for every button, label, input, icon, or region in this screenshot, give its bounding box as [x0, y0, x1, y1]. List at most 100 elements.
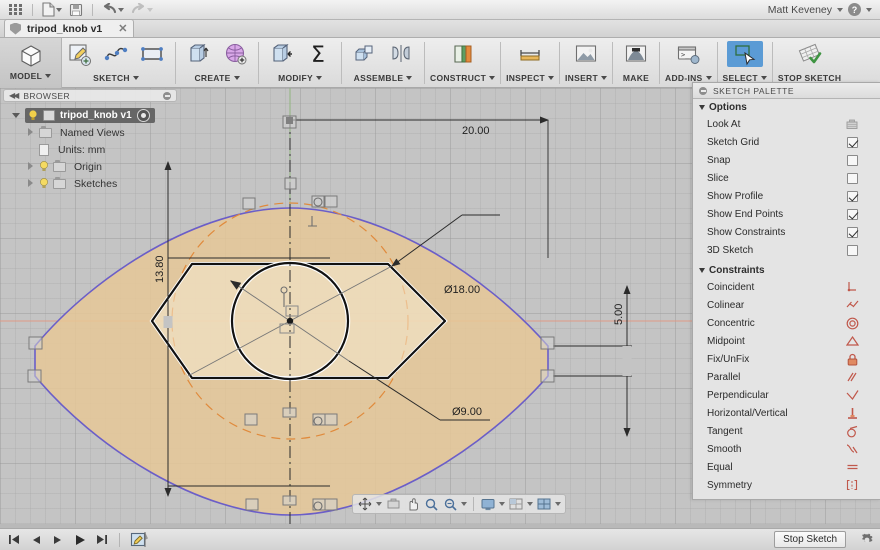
- go-to-end-button[interactable]: [94, 532, 110, 548]
- ribbon-panel-label-make[interactable]: MAKE: [623, 71, 649, 85]
- ribbon-panel-label-insert[interactable]: INSERT: [565, 71, 607, 85]
- chevron-down-icon[interactable]: [489, 76, 495, 80]
- pan-icon[interactable]: [404, 497, 420, 511]
- constraint-tangent[interactable]: Tangent: [693, 422, 880, 440]
- workspace-switcher-model[interactable]: MODEL: [0, 38, 62, 88]
- stop-sketch-button[interactable]: Stop Sketch: [774, 531, 846, 548]
- coincident-icon[interactable]: [845, 280, 859, 294]
- palette-menu-icon[interactable]: [699, 87, 707, 95]
- offset-plane-icon[interactable]: [445, 41, 481, 67]
- chevron-right-icon[interactable]: [26, 179, 35, 188]
- chevron-down-icon[interactable]: [461, 502, 467, 506]
- chevron-down-icon[interactable]: [133, 76, 139, 80]
- chevron-down-icon[interactable]: [706, 76, 712, 80]
- constraint-parallel[interactable]: Parallel: [693, 368, 880, 386]
- 3d-sketch-checkbox[interactable]: [847, 245, 858, 256]
- chevron-down-icon[interactable]: [118, 8, 124, 12]
- chevron-down-icon[interactable]: [316, 76, 322, 80]
- go-to-beginning-button[interactable]: [6, 532, 22, 548]
- palette-row-slice[interactable]: Slice: [693, 169, 880, 187]
- browser-menu-icon[interactable]: [163, 92, 171, 100]
- sketch-palette-header[interactable]: SKETCH PALETTE: [693, 83, 880, 99]
- stop-sketch-icon[interactable]: [792, 41, 828, 67]
- document-tab[interactable]: tripod_knob v1 ✕: [4, 19, 134, 37]
- close-icon[interactable]: ✕: [108, 22, 127, 35]
- new-component-icon[interactable]: [347, 41, 383, 67]
- visibility-bulb-icon[interactable]: [39, 178, 49, 189]
- joint-icon[interactable]: [383, 41, 419, 67]
- symmetry-icon[interactable]: [845, 478, 859, 492]
- chevron-down-icon[interactable]: [761, 76, 767, 80]
- sketch-grid-checkbox[interactable]: [847, 137, 858, 148]
- orbit-icon[interactable]: [357, 497, 373, 511]
- equal-icon[interactable]: [845, 460, 859, 474]
- help-icon[interactable]: ?: [848, 3, 861, 16]
- insert-image-icon[interactable]: [568, 41, 604, 67]
- chevron-down-icon[interactable]: [12, 111, 21, 120]
- viewports-icon[interactable]: [536, 497, 552, 511]
- constraint-midpoint[interactable]: Midpoint: [693, 332, 880, 350]
- constraint-symmetry[interactable]: Symmetry: [693, 476, 880, 494]
- extrude-icon[interactable]: [181, 41, 217, 67]
- perpendicular-icon[interactable]: [845, 388, 859, 402]
- rectangle-icon[interactable]: [134, 41, 170, 67]
- chevron-down-icon[interactable]: [45, 74, 51, 78]
- constraint-coincident[interactable]: Coincident: [693, 278, 880, 296]
- ribbon-panel-label-assemble[interactable]: ASSEMBLE: [354, 71, 413, 85]
- chevron-down-icon[interactable]: [376, 502, 382, 506]
- form-icon[interactable]: [217, 41, 253, 67]
- collapse-panel-icon[interactable]: ◀◀: [9, 91, 17, 100]
- palette-row-snap[interactable]: Snap: [693, 151, 880, 169]
- tree-root-row[interactable]: tripod_knob v1: [0, 107, 180, 124]
- gear-icon[interactable]: [860, 533, 874, 547]
- app-grid-icon[interactable]: [6, 1, 25, 18]
- palette-row-look-at[interactable]: Look At: [693, 115, 880, 133]
- constraint-concentric[interactable]: Concentric: [693, 314, 880, 332]
- undo-icon[interactable]: [100, 2, 126, 17]
- chevron-down-icon[interactable]: [234, 76, 240, 80]
- chevron-right-icon[interactable]: [26, 128, 35, 137]
- palette-section-options[interactable]: Options: [693, 99, 880, 115]
- tree-root-selected[interactable]: tripod_knob v1: [25, 108, 155, 123]
- show-profile-checkbox[interactable]: [847, 191, 858, 202]
- chevron-down-icon[interactable]: [601, 76, 607, 80]
- constraint-equal[interactable]: Equal: [693, 458, 880, 476]
- smooth-icon[interactable]: [845, 442, 859, 456]
- ribbon-panel-label-create[interactable]: CREATE: [194, 71, 239, 85]
- look-at-icon[interactable]: [385, 497, 401, 511]
- browser-header[interactable]: ◀◀ BROWSER: [3, 89, 177, 102]
- constraint-horizontal-vertical[interactable]: Horizontal/Vertical: [693, 404, 880, 422]
- chevron-down-icon[interactable]: [699, 105, 705, 110]
- grid-snap-icon[interactable]: [508, 497, 524, 511]
- ribbon-panel-label-modify[interactable]: MODIFY: [278, 71, 322, 85]
- redo-icon[interactable]: [129, 2, 155, 17]
- tree-item-sketches[interactable]: Sketches: [0, 175, 180, 192]
- palette-row-sketch-grid[interactable]: Sketch Grid: [693, 133, 880, 151]
- constraint-fix-unfix[interactable]: Fix/UnFix: [693, 350, 880, 368]
- fix-unfix-lock-icon[interactable]: [845, 352, 859, 366]
- chevron-down-icon[interactable]: [56, 8, 62, 12]
- palette-row-show-end-points[interactable]: Show End Points: [693, 205, 880, 223]
- show-constraints-checkbox[interactable]: [847, 227, 858, 238]
- snap-checkbox[interactable]: [847, 155, 858, 166]
- tree-item-named-views[interactable]: Named Views: [0, 124, 180, 141]
- tree-item-origin[interactable]: Origin: [0, 158, 180, 175]
- palette-row-3d-sketch[interactable]: 3D Sketch: [693, 241, 880, 259]
- tree-item-units[interactable]: Units: mm: [0, 141, 180, 158]
- colinear-icon[interactable]: [845, 298, 859, 312]
- chevron-down-icon[interactable]: [555, 502, 561, 506]
- display-settings-icon[interactable]: [480, 497, 496, 511]
- step-forward-button[interactable]: [50, 532, 66, 548]
- palette-section-constraints[interactable]: Constraints: [693, 262, 880, 278]
- press-pull-icon[interactable]: [264, 41, 300, 67]
- help-menu-chevron-icon[interactable]: [866, 8, 872, 12]
- visibility-toggle-icon[interactable]: [137, 109, 150, 122]
- chevron-down-icon[interactable]: [699, 268, 705, 273]
- show-end-points-checkbox[interactable]: [847, 209, 858, 220]
- chevron-down-icon[interactable]: [499, 502, 505, 506]
- visibility-bulb-icon[interactable]: [28, 110, 38, 121]
- make-3d-print-icon[interactable]: [618, 41, 654, 67]
- palette-row-show-profile[interactable]: Show Profile: [693, 187, 880, 205]
- measure-icon[interactable]: [512, 41, 548, 67]
- sketch-feature-icon[interactable]: [129, 531, 149, 549]
